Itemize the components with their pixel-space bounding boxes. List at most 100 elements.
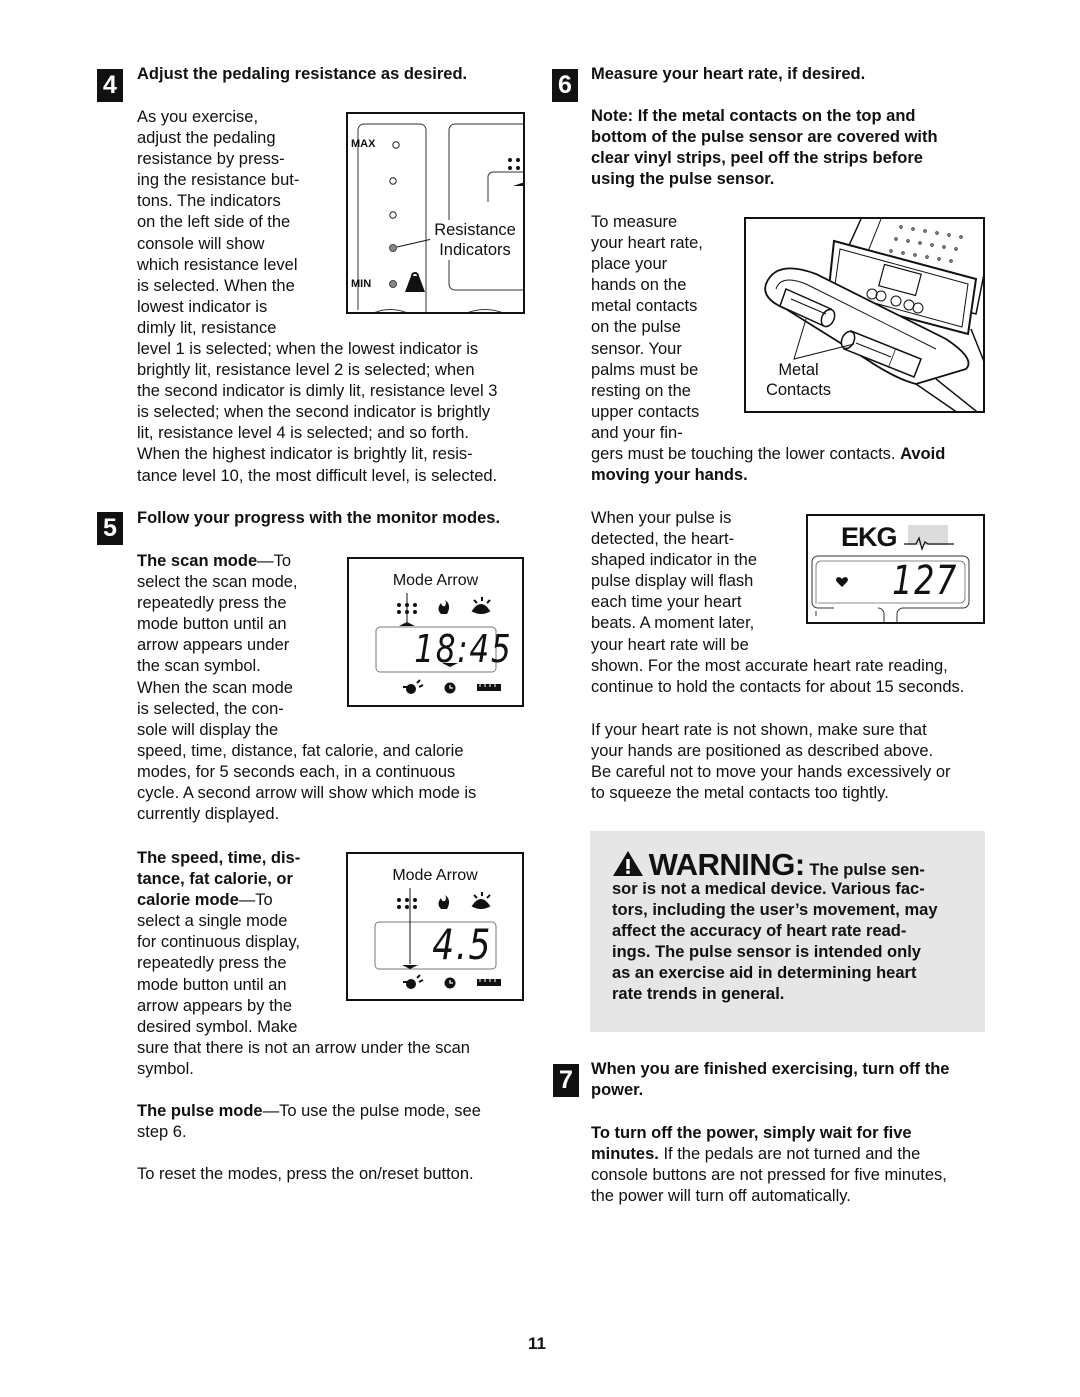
text-line: affect the accuracy of heart rate read- xyxy=(612,922,907,941)
text-line: tance level 10, the most difficult level… xyxy=(137,466,498,485)
warning-body: sor is not a medical device. Various fac… xyxy=(612,879,938,1006)
indicator-led xyxy=(389,211,397,219)
text-line: adjust the pedaling xyxy=(137,129,276,148)
calorie-icon xyxy=(471,892,491,909)
distance-ruler-icon xyxy=(477,979,501,986)
text-line: currently displayed. xyxy=(137,805,280,824)
text-line: console buttons are not pressed for five… xyxy=(591,1166,947,1185)
text-line: symbol. xyxy=(137,1059,194,1078)
text-line: lit, resistance level 4 is selected; and… xyxy=(137,424,469,443)
step-6-badge: 6 xyxy=(552,69,578,102)
text-line: When the highest indicator is brightly l… xyxy=(137,445,473,464)
text-line: to squeeze the metal contacts too tightl… xyxy=(591,784,889,803)
text-run: If the pedals are not turned and the xyxy=(658,1145,921,1164)
step-4-title: Adjust the pedaling resistance as desire… xyxy=(137,65,468,83)
pulse-mode-heading: The pulse mode xyxy=(137,1102,263,1120)
text-run: —To use the pulse mode, see xyxy=(262,1102,481,1120)
text-line: To turn off the power, simply wait for f… xyxy=(591,1124,912,1142)
step-5-badge: 5 xyxy=(97,512,123,545)
text-line: modes, for 5 seconds each, in a continuo… xyxy=(137,762,456,781)
callout-line: Resistance xyxy=(434,221,516,239)
single-mode-heading: calorie mode xyxy=(137,891,239,910)
text-run: —To xyxy=(238,891,273,910)
text-line: on the left side of the xyxy=(137,213,291,232)
text-line: sure that there is not an arrow under th… xyxy=(137,1038,470,1057)
text-line: dimly lit, resistance xyxy=(137,318,277,337)
step-5-title: Follow your progress with the monitor mo… xyxy=(137,509,501,527)
text-line: which resistance level xyxy=(137,255,298,274)
text-line: ings. The pulse sensor is intended only xyxy=(612,943,921,962)
single-mode-figure: Mode Arrow 4.5 xyxy=(346,852,524,1001)
heart-indicator-icon xyxy=(836,577,848,587)
text-line: Note: If the metal contacts on the top a… xyxy=(591,107,916,125)
text-line: power. xyxy=(591,1081,644,1100)
text-line: your heart rate will be xyxy=(591,635,749,654)
scan-mode-heading: The scan mode xyxy=(137,552,258,570)
resistance-indicators-callout: Resistance Indicators xyxy=(430,220,520,260)
text-line: resistance by press- xyxy=(137,150,285,169)
text-line: gers must be touching the lower contacts… xyxy=(591,444,945,465)
text-line: brightly lit, resistance level 2 is sele… xyxy=(137,361,475,380)
text-run-bold: minutes. xyxy=(591,1145,659,1164)
weight-icon xyxy=(405,272,425,292)
text-run: gers must be touching the lower contacts… xyxy=(591,445,901,464)
text-line: using the pulse sensor. xyxy=(591,170,775,189)
text-line: speed, time, distance, fat calorie, and … xyxy=(137,741,464,760)
text-line: continue to hold the contacts for about … xyxy=(591,677,965,696)
calorie-icon xyxy=(471,597,491,614)
min-label: MIN xyxy=(351,278,372,290)
text-line: cycle. A second arrow will show which mo… xyxy=(137,784,477,803)
text-line: is selected; when the second indicator i… xyxy=(137,403,491,422)
text-line: If your heart rate is not shown, make su… xyxy=(591,721,927,739)
distance-ruler-icon xyxy=(477,684,501,691)
text-line: bottom of the pulse sensor are covered w… xyxy=(591,128,938,147)
text-run: —To xyxy=(257,552,292,570)
speed-icon xyxy=(403,974,424,989)
step-7-title: When you are finished exercising, turn o… xyxy=(591,1059,949,1101)
vinyl-strip-note: Note: If the metal contacts on the top a… xyxy=(591,106,938,190)
text-line: sor is not a medical device. Various fac… xyxy=(612,880,925,898)
text-line: shown. For the most accurate heart rate … xyxy=(591,656,948,675)
text-line: tors, including the user’s movement, may xyxy=(612,901,938,920)
indicator-led-min xyxy=(389,280,397,288)
text-line: and your fin- xyxy=(591,423,683,442)
metal-contacts-figure: Metal Contacts xyxy=(744,217,985,413)
scan-mode-figure: Mode Arrow 18:45 xyxy=(347,557,524,707)
callout-line: Contacts xyxy=(765,381,832,399)
clock-icon xyxy=(444,977,456,989)
power-off-text: To turn off the power, simply wait for f… xyxy=(591,1123,947,1207)
step-4-full-text: level 1 is selected; when the lowest ind… xyxy=(137,339,497,487)
pulse-mode-text: The pulse mode—To use the pulse mode, se… xyxy=(137,1101,481,1143)
text-line: desired symbol. Make xyxy=(137,1017,298,1036)
resistance-indicators-figure: MAX MIN Resistance Indicators xyxy=(346,112,525,314)
step-6-title: Measure your heart rate, if desired. xyxy=(591,65,866,83)
callout-line: Indicators xyxy=(439,241,511,259)
text-line: minutes. If the pedals are not turned an… xyxy=(591,1144,947,1165)
step-4-wrapped-text: As you exercise, adjust the pedaling res… xyxy=(137,107,299,339)
indicator-led-max xyxy=(392,141,400,149)
step-4-badge: 4 xyxy=(97,69,123,102)
callout-line: Metal xyxy=(778,361,819,379)
warning-triangle-icon xyxy=(613,851,643,876)
text-line: Be careful not to move your hands excess… xyxy=(591,763,951,782)
fat-calorie-flame-icon xyxy=(438,895,450,909)
text-line: the power will turn off automatically. xyxy=(591,1187,851,1206)
scan-dots-icon xyxy=(397,898,417,909)
text-line: as an exercise aid in determining heart xyxy=(612,964,917,983)
text-line: rate trends in general. xyxy=(612,985,785,1004)
text-line: step 6. xyxy=(137,1123,187,1142)
step-7-badge: 7 xyxy=(553,1064,579,1097)
text-line: sole will display the xyxy=(137,720,279,739)
text-line: level 1 is selected; when the lowest ind… xyxy=(137,340,479,358)
pulse-sensor-warning-box: WARNING: The pulse sen- sor is not a med… xyxy=(590,831,985,1032)
scan-dots-icon xyxy=(508,158,520,170)
warning-heading-line: WARNING: The pulse sen- xyxy=(612,848,925,882)
indicator-led-lit xyxy=(389,244,397,252)
clock-icon xyxy=(444,682,456,694)
text-line: When you are finished exercising, turn o… xyxy=(591,1060,950,1078)
speed-icon xyxy=(403,679,424,694)
text-run-bold: Avoid xyxy=(900,445,946,464)
warning-text-run: The pulse sen- xyxy=(809,861,925,879)
fat-calorie-flame-icon xyxy=(438,600,450,614)
text-line: is selected. When the xyxy=(137,276,295,295)
